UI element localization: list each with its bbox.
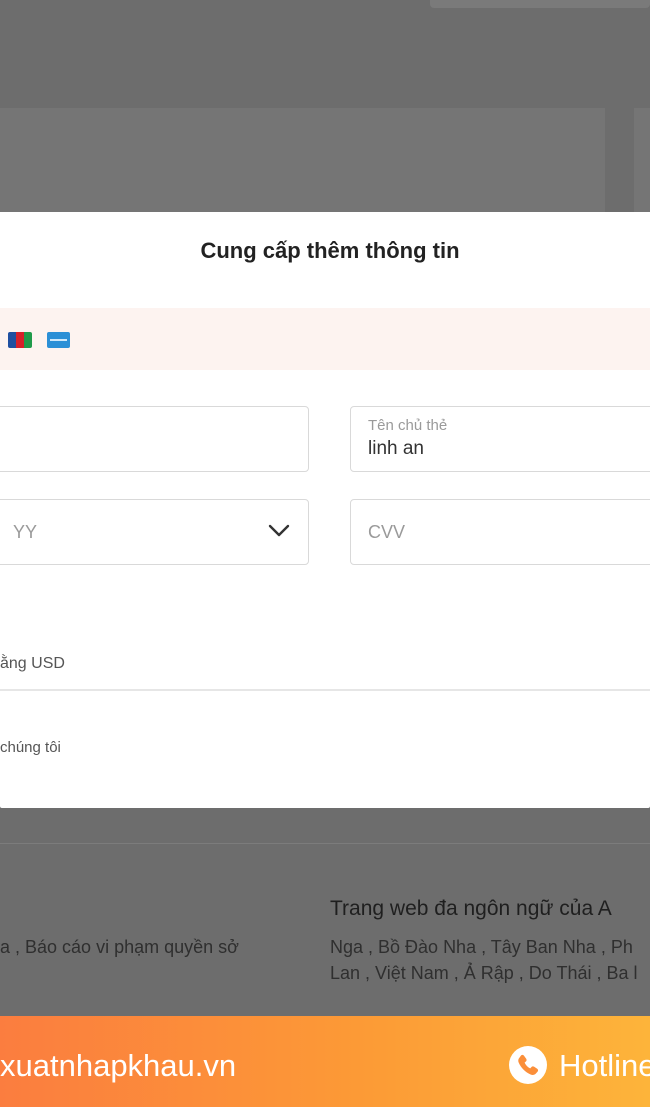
background-top-bar <box>430 0 650 8</box>
card-holder-value: linh an <box>368 438 424 459</box>
footer-language-list-2: Lan , Việt Nam , Ả Rập , Do Thái , Ba l <box>330 963 638 983</box>
card-holder-field[interactable]: Tên chủ thẻ linh an <box>350 406 650 472</box>
cvv-field[interactable]: CVV <box>350 499 650 565</box>
background-divider <box>0 843 650 844</box>
background-card-right <box>634 108 650 213</box>
accepted-cards-strip <box>0 308 650 370</box>
card-number-field[interactable] <box>0 406 309 472</box>
modal-title: Cung cấp thêm thông tin <box>200 238 460 263</box>
card-holder-label: Tên chủ thẻ <box>368 417 448 434</box>
expiry-year-placeholder: YY <box>13 522 38 542</box>
background-card <box>0 108 605 213</box>
banner-site-name[interactable]: xuatnhapkhau.vn <box>0 1048 236 1084</box>
banner-hotline[interactable]: Hotline <box>559 1048 650 1084</box>
chevron-down-icon <box>268 524 290 537</box>
expiry-year-select[interactable]: YY <box>0 499 309 565</box>
footer-links: a , Báo cáo vi phạm quyền sở <box>0 937 239 957</box>
currency-note: ằng USD <box>0 655 65 672</box>
footer-language-title: Trang web đa ngôn ngữ của A <box>330 897 612 920</box>
jcb-logo <box>8 332 32 348</box>
cvv-placeholder: CVV <box>368 522 406 542</box>
terms-note[interactable]: chúng tôi <box>0 739 61 756</box>
promo-banner: xuatnhapkhau.vn Hotline <box>0 1016 650 1107</box>
footer-language-list-1: Nga , Bồ Đào Nha , Tây Ban Nha , Ph <box>330 937 633 957</box>
phone-icon <box>509 1046 547 1084</box>
amex-logo <box>47 332 70 348</box>
payment-info-modal: Cung cấp thêm thông tin Tên chủ thẻ linh… <box>0 212 650 808</box>
currency-divider <box>0 689 650 691</box>
